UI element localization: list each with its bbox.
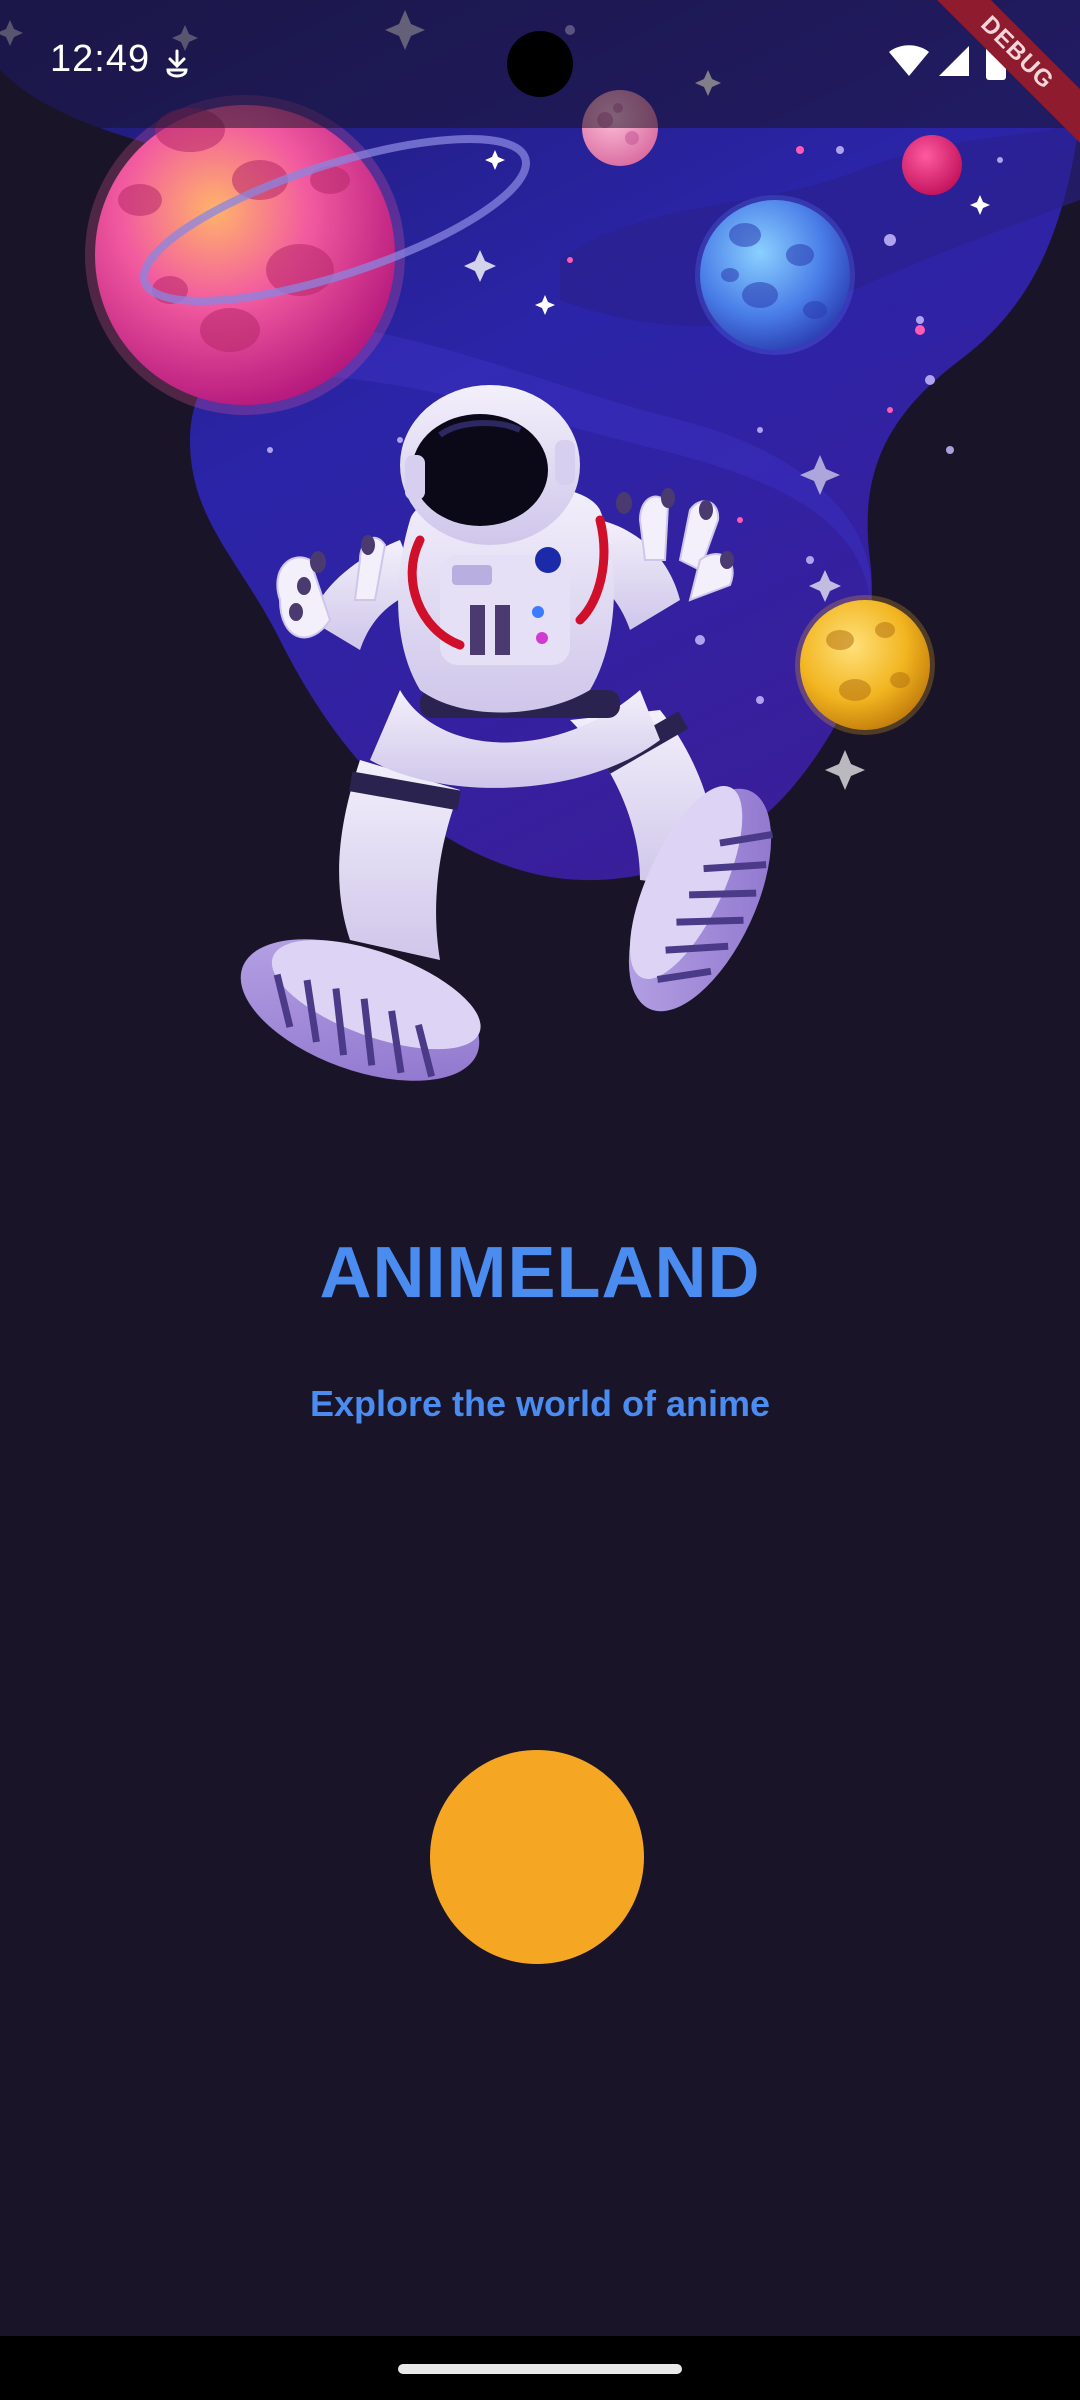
status-time: 12:49 [50,38,151,80]
app-title: ANIMELAND [319,1233,761,1313]
astronaut-illustration [0,0,1080,1081]
app-subtitle: Explore the world of anime [309,1383,771,1424]
cell-signal-icon [939,46,969,76]
splash-screen: 12:49 DEBUG ANIMELAND Explore the world … [0,0,1080,2400]
wifi-icon [889,45,929,76]
download-indicator-icon [166,49,188,78]
camera-cutout [507,31,573,97]
home-indicator[interactable] [398,2364,682,2374]
start-button[interactable] [430,1750,644,1964]
